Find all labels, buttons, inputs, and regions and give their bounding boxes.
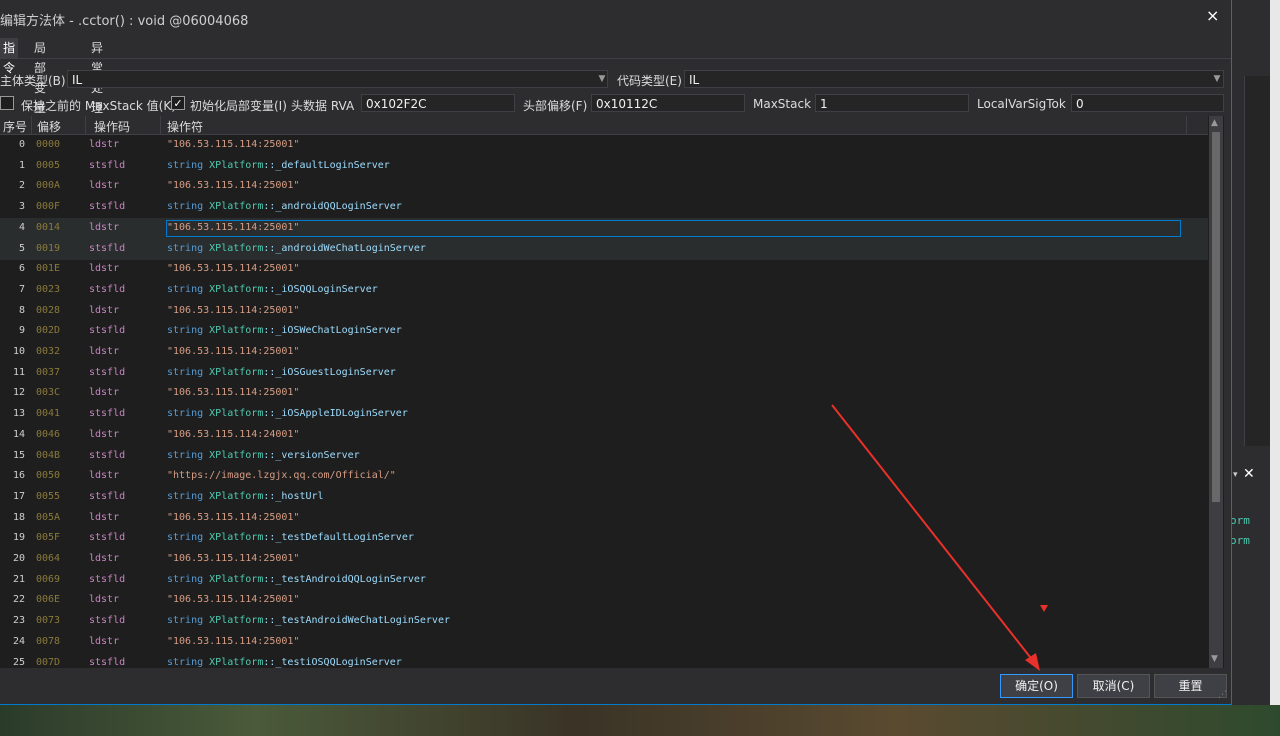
annotation-arrow-head [1025, 653, 1040, 671]
annotation-arrow-line [831, 404, 1035, 663]
annotation-arrow-overlay [831, 404, 1048, 671]
annotation-marker [1040, 605, 1048, 612]
